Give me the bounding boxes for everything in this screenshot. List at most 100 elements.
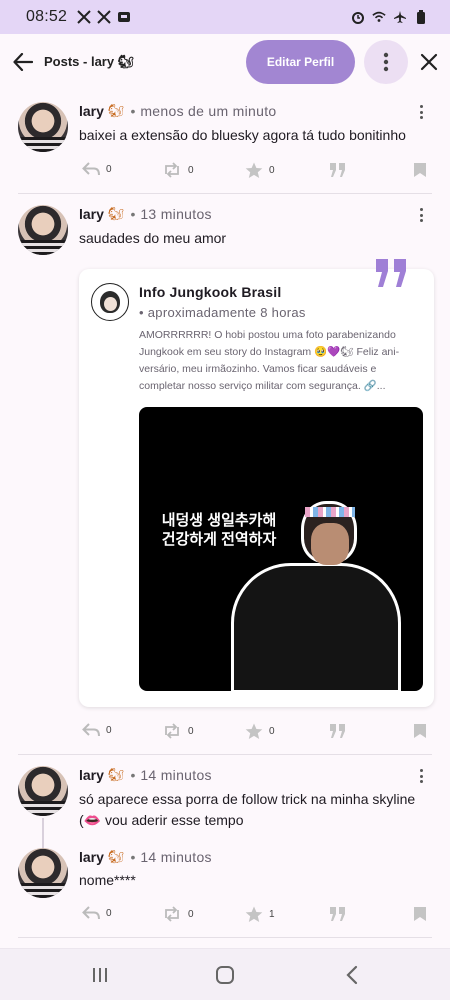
status-notification-icons — [77, 10, 131, 24]
like-button[interactable]: 0 — [245, 162, 275, 179]
quote-button[interactable] — [329, 162, 347, 178]
quoted-post-time-text: aproximadamente 8 horas — [147, 305, 306, 320]
quoted-post-time: • aproximadamente 8 horas — [139, 305, 306, 320]
repost-icon — [165, 906, 179, 922]
reply-icon — [82, 906, 100, 920]
author-emoji: 🐿 — [107, 767, 125, 782]
edit-profile-button[interactable]: Editar Perfil — [246, 40, 355, 84]
post-text: só aparece essa porra de follow trick na… — [79, 791, 416, 828]
bookmark-button[interactable] — [413, 906, 427, 922]
repost-icon — [165, 162, 179, 178]
like-button[interactable]: 0 — [245, 723, 275, 740]
close-icon[interactable] — [418, 51, 440, 73]
reply-count: 0 — [106, 907, 112, 919]
repost-count: 0 — [188, 725, 194, 737]
x-logo-icon — [97, 10, 111, 24]
bookmark-icon — [414, 907, 426, 921]
quoted-post-text: AMORRRRRR! O hobi postou uma foto parabe… — [139, 329, 400, 392]
post-header: lary 🐿 • 14 minutos — [79, 767, 212, 783]
status-time: 08:52 — [26, 8, 68, 25]
quoted-post-card[interactable]: Info Jungkook Brasil • aproximadamente 8… — [79, 269, 434, 707]
top-app-bar: Posts - lary 🐿 Editar Perfil — [0, 34, 450, 90]
star-icon — [245, 906, 263, 922]
home-icon[interactable] — [213, 963, 237, 987]
like-count: 0 — [269, 165, 275, 176]
reply-icon — [82, 723, 100, 737]
alarm-icon — [351, 10, 365, 24]
quote-mark-icon — [375, 258, 409, 293]
quote-button[interactable] — [329, 906, 347, 922]
more-options-button[interactable] — [364, 40, 408, 84]
quoted-author-name[interactable]: Info Jungkook Brasil — [139, 284, 281, 300]
repost-icon — [165, 723, 179, 739]
airplane-mode-icon — [393, 10, 407, 24]
post-actions: 0 0 1 — [82, 906, 432, 924]
system-navigation-bar — [0, 948, 450, 1000]
bookmark-button[interactable] — [413, 723, 427, 739]
reply-count: 0 — [106, 724, 112, 736]
author-name[interactable]: lary — [79, 849, 104, 865]
page-title: Posts - lary 🐿 — [44, 54, 135, 69]
post-divider — [18, 754, 432, 755]
reply-button[interactable]: 0 — [82, 162, 112, 176]
repost-button[interactable]: 0 — [162, 723, 194, 739]
post-header: lary 🐿 • 14 minutos — [79, 849, 212, 865]
avatar[interactable] — [18, 848, 68, 898]
quote-button[interactable] — [329, 723, 347, 739]
post-actions: 0 0 0 — [82, 162, 432, 180]
author-name[interactable]: lary — [79, 767, 104, 783]
author-emoji: 🐿 — [107, 849, 125, 864]
author-emoji: 🐿 — [107, 103, 125, 118]
post-divider — [18, 937, 432, 938]
separator-dot: • — [130, 767, 136, 783]
post-time: 14 minutos — [140, 849, 212, 865]
system-back-icon[interactable] — [340, 963, 364, 987]
quote-icon — [330, 724, 345, 738]
bookmark-icon — [414, 163, 426, 177]
quoted-author-avatar[interactable] — [91, 283, 129, 321]
avatar[interactable] — [18, 766, 68, 816]
like-button[interactable]: 1 — [245, 906, 275, 923]
quoted-post-image[interactable]: 내덩생 생일추카해 건강하게 전역하자 — [139, 407, 423, 691]
reply-count: 0 — [106, 163, 112, 175]
separator-dot: • — [130, 103, 136, 119]
bookmark-button[interactable] — [413, 162, 427, 178]
post-divider — [18, 193, 432, 194]
reply-button[interactable]: 0 — [82, 723, 112, 737]
battery-icon — [414, 10, 428, 24]
image-person-figure — [215, 497, 401, 691]
post-time: 14 minutos — [140, 767, 212, 783]
like-count: 1 — [269, 909, 275, 920]
quote-icon — [330, 907, 345, 921]
vertical-dots-icon — [383, 52, 389, 72]
wifi-icon — [372, 10, 386, 24]
post-more-icon[interactable] — [416, 768, 426, 784]
reply-button[interactable]: 0 — [82, 906, 112, 920]
status-bar: 08:52 — [0, 0, 450, 34]
like-count: 0 — [269, 726, 275, 737]
author-name[interactable]: lary — [79, 103, 104, 119]
repost-button[interactable]: 0 — [162, 906, 194, 922]
post-time: menos de um minuto — [140, 103, 277, 119]
app-notification-icon — [117, 10, 131, 24]
post-header: lary 🐿 • 13 minutos — [79, 206, 212, 222]
back-arrow-icon[interactable] — [12, 51, 34, 73]
post-actions: 0 0 0 — [82, 723, 432, 741]
star-icon — [245, 723, 263, 739]
repost-count: 0 — [188, 164, 194, 176]
repost-button[interactable]: 0 — [162, 162, 194, 178]
status-system-icons — [351, 10, 428, 24]
thread-connector-line — [42, 818, 44, 848]
post-more-icon[interactable] — [416, 104, 426, 120]
post-text: baixei a extensão do bluesky agora tá tu… — [79, 127, 406, 143]
post-more-icon[interactable] — [416, 207, 426, 223]
recent-apps-icon[interactable] — [88, 963, 112, 987]
quote-icon — [330, 163, 345, 177]
author-name[interactable]: lary — [79, 206, 104, 222]
post-text: nome**** — [79, 872, 136, 888]
x-logo-icon — [77, 10, 91, 24]
separator-dot: • — [130, 849, 136, 865]
avatar[interactable] — [18, 205, 68, 255]
star-icon — [245, 162, 263, 178]
avatar[interactable] — [18, 102, 68, 152]
